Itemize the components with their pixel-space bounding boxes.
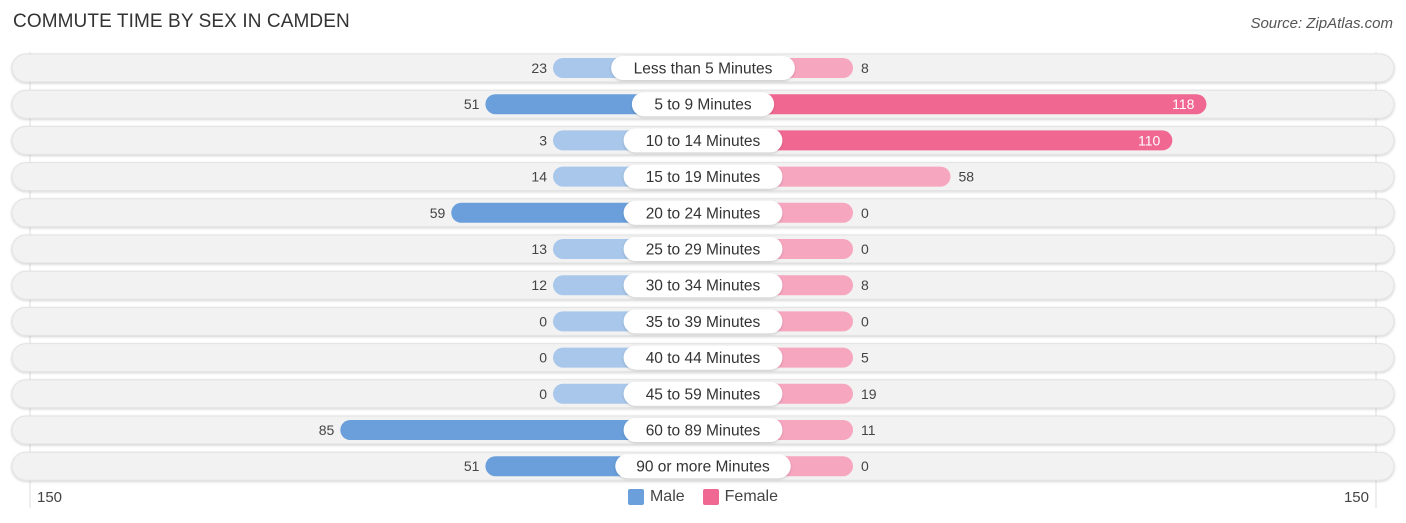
value-label-male: 13 bbox=[531, 241, 547, 257]
chart-row: 14 58 15 to 19 Minutes bbox=[11, 162, 1395, 192]
category-label: 90 or more Minutes bbox=[636, 459, 770, 476]
legend-item-male[interactable]: Male bbox=[627, 488, 685, 506]
category-label: 25 to 29 Minutes bbox=[646, 242, 761, 259]
value-label-female: 8 bbox=[861, 60, 869, 76]
value-label-female: 118 bbox=[1172, 96, 1195, 112]
category-label: 30 to 34 Minutes bbox=[646, 278, 761, 295]
value-label-female: 0 bbox=[861, 458, 869, 474]
category-label: 45 to 59 Minutes bbox=[646, 386, 761, 403]
value-label-male: 51 bbox=[464, 96, 480, 112]
legend: Male Female bbox=[0, 488, 1406, 506]
chart-row: 0 5 40 to 44 Minutes bbox=[11, 343, 1395, 373]
category-label: 60 to 89 Minutes bbox=[646, 423, 761, 440]
chart-svg: 23 8Less than 5 Minutes51 1185 to 9 Minute… bbox=[11, 52, 1395, 508]
category-label: Less than 5 Minutes bbox=[634, 61, 773, 78]
chart-row: 51 0 90 or more Minutes bbox=[11, 451, 1395, 481]
value-label-male: 0 bbox=[539, 313, 547, 329]
legend-swatch-male bbox=[627, 489, 644, 505]
value-label-female: 19 bbox=[861, 386, 877, 402]
value-label-male: 85 bbox=[319, 422, 335, 438]
chart-row: 23 8 Less than 5 Minutes bbox=[11, 53, 1395, 83]
value-label-male: 12 bbox=[531, 277, 547, 293]
category-label: 10 to 14 Minutes bbox=[646, 133, 761, 150]
value-label-female: 5 bbox=[861, 350, 869, 366]
legend-label-male: Male bbox=[649, 488, 685, 505]
chart-row: 0 19 45 to 59 Minutes bbox=[11, 379, 1395, 409]
legend-item-female[interactable]: Female bbox=[702, 488, 779, 506]
value-label-female: 11 bbox=[861, 422, 876, 438]
chart-row: 13 0 25 to 29 Minutes bbox=[11, 234, 1395, 264]
value-label-male: 51 bbox=[464, 458, 480, 474]
chart-row: 51 118 5 to 9 Minutes bbox=[11, 89, 1395, 119]
category-label: 5 to 9 Minutes bbox=[654, 97, 752, 114]
value-label-male: 0 bbox=[539, 386, 547, 402]
value-label-male: 23 bbox=[531, 60, 547, 76]
value-label-female: 58 bbox=[958, 169, 974, 185]
value-label-male: 3 bbox=[539, 132, 547, 148]
bar-female[interactable] bbox=[703, 94, 1207, 115]
chart-row: 3 110 10 to 14 Minutes bbox=[11, 125, 1395, 155]
value-label-male: 14 bbox=[531, 169, 547, 185]
category-label: 20 to 24 Minutes bbox=[646, 205, 761, 222]
value-label-female: 110 bbox=[1138, 132, 1161, 148]
legend-swatch-female bbox=[702, 489, 719, 505]
category-label: 15 to 19 Minutes bbox=[646, 169, 761, 186]
value-label-female: 0 bbox=[861, 313, 869, 329]
value-label-male: 0 bbox=[539, 350, 547, 366]
chart-row: 12 8 30 to 34 Minutes bbox=[11, 270, 1395, 300]
chart-row: 59 0 20 to 24 Minutes bbox=[11, 198, 1395, 228]
chart-row: 0 0 35 to 39 Minutes bbox=[11, 306, 1395, 336]
category-label: 40 to 44 Minutes bbox=[646, 350, 761, 367]
legend-label-female: Female bbox=[724, 488, 779, 505]
category-label: 35 to 39 Minutes bbox=[646, 314, 761, 331]
value-label-male: 59 bbox=[430, 205, 446, 221]
value-label-female: 8 bbox=[861, 277, 869, 293]
chart-row: 85 11 60 to 89 Minutes bbox=[11, 415, 1395, 445]
value-label-female: 0 bbox=[861, 205, 869, 221]
value-label-female: 0 bbox=[861, 241, 869, 257]
